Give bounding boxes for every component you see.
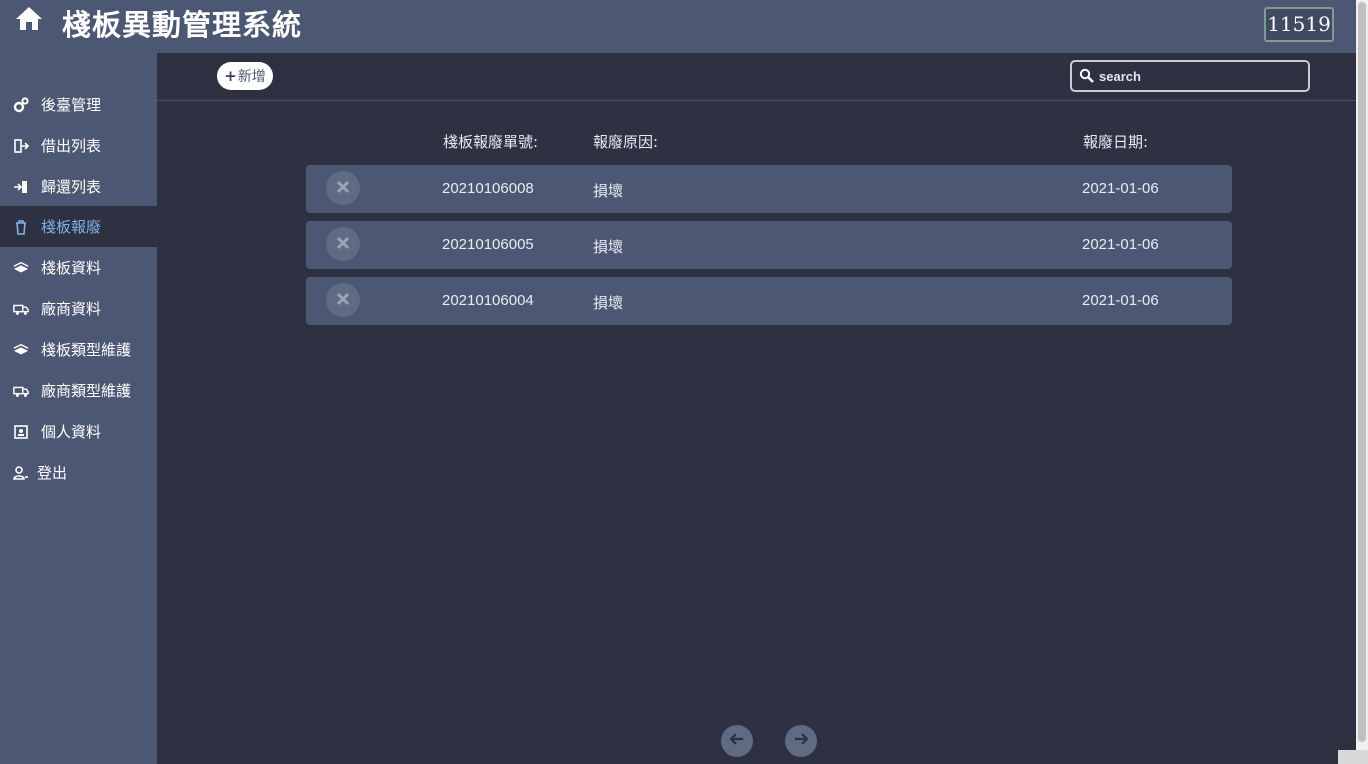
pallet-stack-icon <box>13 342 29 358</box>
close-icon <box>336 235 350 254</box>
top-header: 棧板異動管理系統 11519 <box>0 0 1356 53</box>
gears-icon <box>13 96 29 113</box>
next-page-button[interactable] <box>785 725 817 757</box>
app-title: 棧板異動管理系統 <box>62 8 303 42</box>
delete-button[interactable] <box>326 283 360 317</box>
table-row: 20210106008 損壞 2021-01-06 <box>306 165 1232 213</box>
corner-widget <box>1338 750 1368 764</box>
trash-icon <box>13 219 29 235</box>
previous-page-button[interactable] <box>721 725 753 757</box>
scrap-reason-cell: 損壞 <box>593 182 624 200</box>
sidebar-item-label: 後臺管理 <box>41 96 102 114</box>
sidebar-item-pallet-data[interactable]: 棧板資料 <box>0 247 157 288</box>
scrap-id-cell: 20210106005 <box>442 236 534 253</box>
sidebar-item-label: 棧板類型維護 <box>41 341 132 359</box>
scrap-id-cell: 20210106004 <box>442 292 534 309</box>
truck-icon <box>13 301 29 317</box>
column-header-scrap-reason: 報廢原因: <box>593 133 659 151</box>
arrow-left-icon <box>728 730 746 752</box>
sidebar-item-borrow-list[interactable]: 借出列表 <box>0 125 157 166</box>
sidebar-item-profile[interactable]: 個人資料 <box>0 411 157 452</box>
sidebar-item-label: 個人資料 <box>41 423 102 441</box>
search-icon <box>1079 68 1095 84</box>
plus-icon: + <box>224 67 237 85</box>
sign-in-icon <box>13 179 29 195</box>
add-button-label: 新增 <box>237 69 266 85</box>
sidebar-item-pallet-scrap[interactable]: 棧板報廢 <box>0 206 157 247</box>
sidebar-item-logout[interactable]: 登出 <box>0 452 157 493</box>
column-header-scrap-date: 報廢日期: <box>1083 133 1149 151</box>
truck-icon <box>13 383 29 399</box>
scrollbar-thumb[interactable] <box>1358 2 1366 742</box>
id-card-icon <box>13 424 29 440</box>
column-header-scrap-id: 棧板報廢單號: <box>443 133 539 151</box>
sidebar-item-vendor-data[interactable]: 廠商資料 <box>0 288 157 329</box>
vertical-scrollbar[interactable] <box>1356 0 1368 764</box>
table-row: 20210106005 損壞 2021-01-06 <box>306 221 1232 269</box>
sidebar-item-label: 歸還列表 <box>41 178 102 196</box>
sidebar-item-label: 棧板資料 <box>41 259 102 277</box>
close-icon <box>336 179 350 198</box>
sidebar-item-label: 廠商資料 <box>41 300 102 318</box>
home-icon[interactable] <box>14 5 44 31</box>
sidebar-item-pallet-type-maintenance[interactable]: 棧板類型維護 <box>0 329 157 370</box>
pallet-stack-icon <box>13 260 29 276</box>
content-toolbar: + 新增 <box>157 53 1356 101</box>
sidebar-item-return-list[interactable]: 歸還列表 <box>0 166 157 207</box>
arrow-right-icon <box>792 730 810 752</box>
scrap-reason-cell: 損壞 <box>593 238 624 256</box>
user-id-badge[interactable]: 11519 <box>1264 7 1334 42</box>
sign-out-icon <box>13 138 29 154</box>
scrap-id-cell: 20210106008 <box>442 180 534 197</box>
delete-button[interactable] <box>326 227 360 261</box>
user-logout-icon <box>13 465 29 481</box>
sidebar-item-label: 棧板報廢 <box>41 218 102 236</box>
scrap-date-cell: 2021-01-06 <box>1082 236 1159 253</box>
add-button[interactable]: + 新增 <box>217 62 273 90</box>
search-input[interactable] <box>1099 65 1299 87</box>
scrap-date-cell: 2021-01-06 <box>1082 292 1159 309</box>
sidebar-item-vendor-type-maintenance[interactable]: 廠商類型維護 <box>0 370 157 411</box>
close-icon <box>336 291 350 310</box>
sidebar: 後臺管理 借出列表 歸還列表 棧板報廢 棧板資料 廠商資料 棧板類型維護 廠商類… <box>0 53 157 764</box>
scrap-date-cell: 2021-01-06 <box>1082 180 1159 197</box>
search-box[interactable] <box>1070 60 1310 92</box>
delete-button[interactable] <box>326 171 360 205</box>
table-row: 20210106004 損壞 2021-01-06 <box>306 277 1232 325</box>
sidebar-item-admin[interactable]: 後臺管理 <box>0 84 157 125</box>
sidebar-item-label: 借出列表 <box>41 137 102 155</box>
sidebar-item-label: 廠商類型維護 <box>41 382 132 400</box>
sidebar-item-label: 登出 <box>37 464 68 482</box>
scrap-reason-cell: 損壞 <box>593 294 624 312</box>
